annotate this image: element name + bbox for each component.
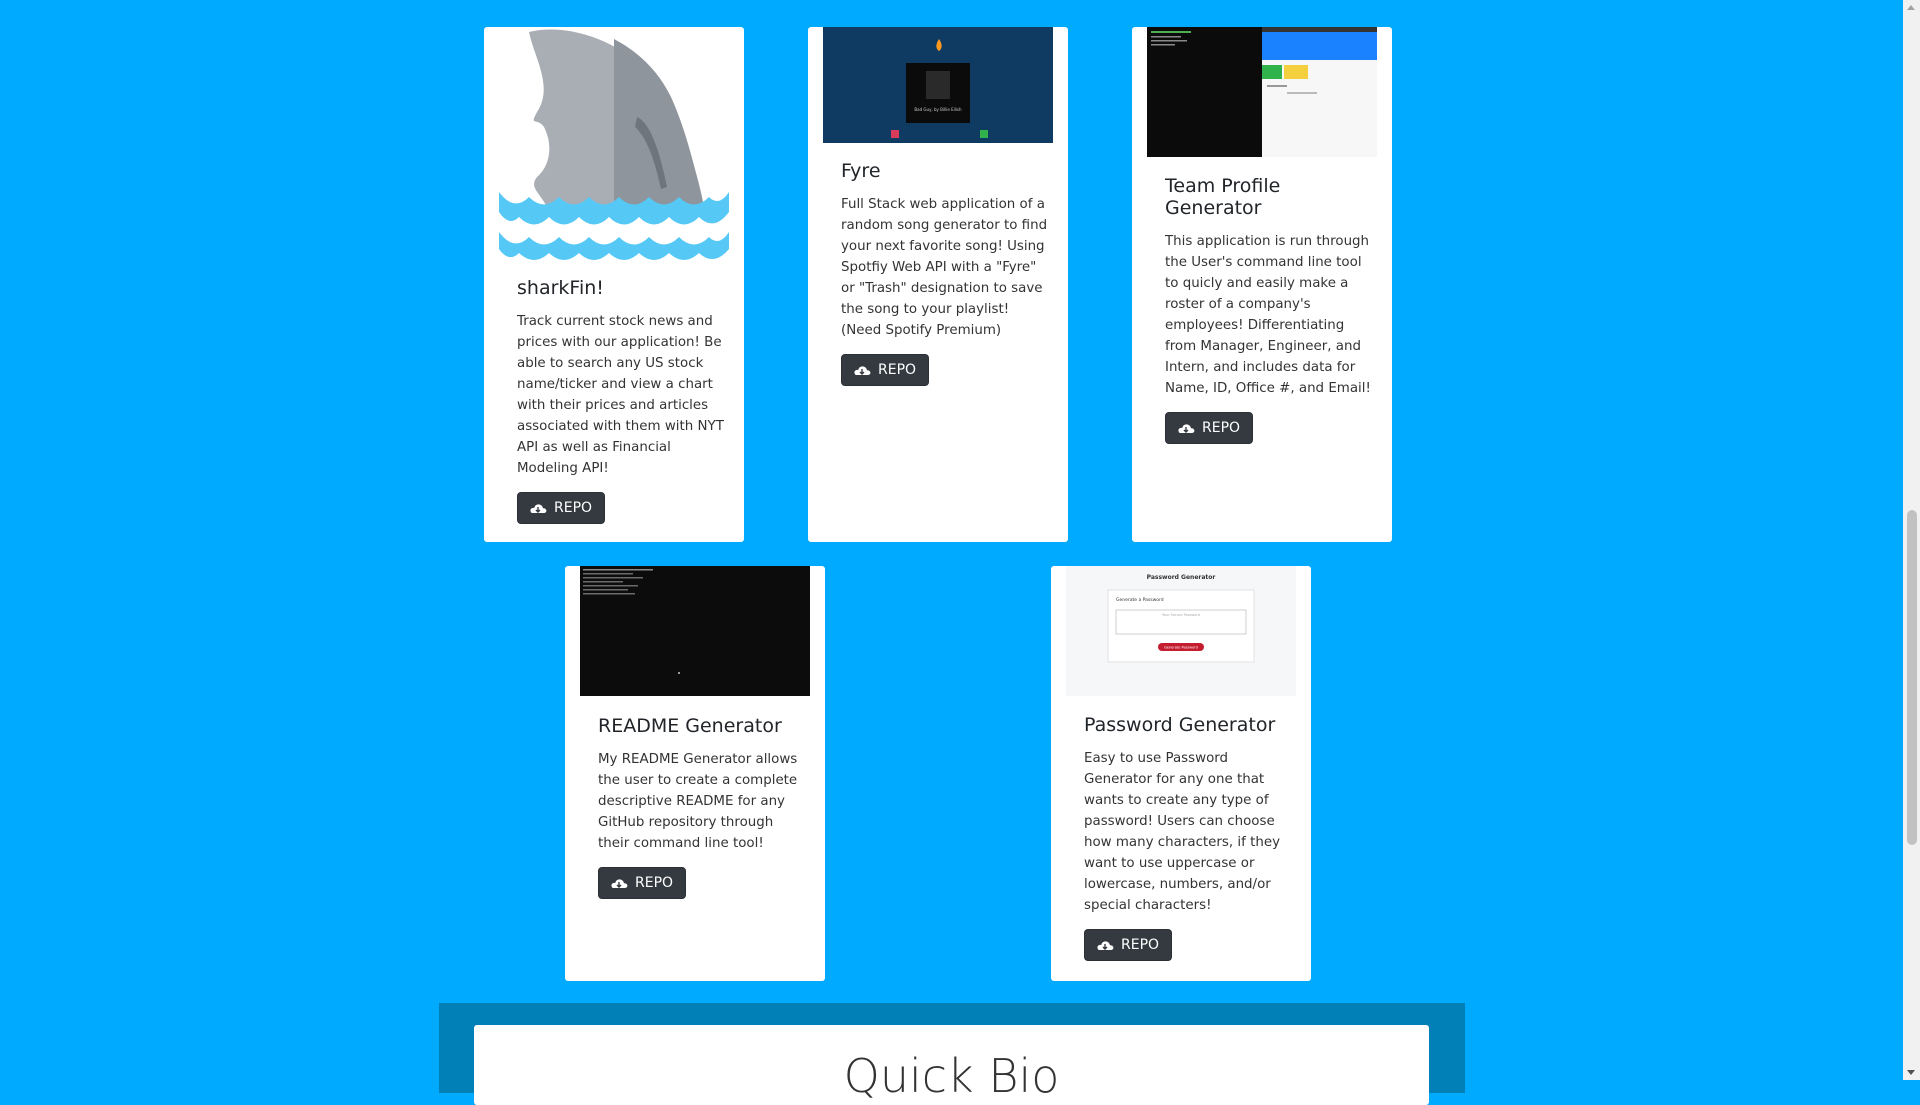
project-title: Fyre xyxy=(841,160,881,182)
github-cloud-icon xyxy=(1097,941,1114,950)
thumb-button: Generate Password xyxy=(1164,646,1198,650)
project-title: README Generator xyxy=(598,715,782,737)
project-description: This application is run through the User… xyxy=(1165,234,1371,396)
terminal-screenshot xyxy=(580,566,810,696)
github-cloud-icon xyxy=(530,504,547,513)
scrollbar-thumb[interactable] xyxy=(1907,510,1917,845)
project-card-password: Password Generator Generate a Password Y… xyxy=(1051,566,1311,981)
repo-button[interactable]: REPO xyxy=(598,867,687,899)
thumb-caption: Bad Guy, by Billie Eilish xyxy=(914,107,962,112)
repo-button-label: REPO xyxy=(1121,937,1160,953)
repo-button[interactable]: REPO xyxy=(1084,929,1173,961)
project-title: sharkFin! xyxy=(517,277,604,299)
github-cloud-icon xyxy=(611,879,628,888)
github-cloud-icon xyxy=(854,366,871,375)
vertical-scrollbar[interactable] xyxy=(1903,0,1920,1080)
scroll-up-arrow-icon[interactable] xyxy=(1907,5,1915,10)
project-title: Team Profile Generator xyxy=(1165,175,1281,219)
project-description: Track current stock news and prices with… xyxy=(517,314,724,476)
scroll-down-arrow-icon[interactable] xyxy=(1907,1070,1915,1075)
repo-button-label: REPO xyxy=(1202,420,1241,436)
repo-button[interactable]: REPO xyxy=(517,492,606,524)
repo-button-label: REPO xyxy=(554,500,593,516)
project-title: Password Generator xyxy=(1084,714,1276,736)
thumb-title: Password Generator xyxy=(1147,574,1216,581)
project-card-fyre: Bad Guy, by Billie Eilish Fyre Full Stac… xyxy=(808,27,1068,542)
project-card-readme: README Generator My README Generator all… xyxy=(565,566,825,981)
password-generator-screenshot: Password Generator Generate a Password Y… xyxy=(1066,566,1296,696)
repo-button[interactable]: REPO xyxy=(841,354,930,386)
repo-button-label: REPO xyxy=(878,362,917,378)
bio-card: Quick Bio xyxy=(474,1025,1429,1105)
bio-heading: Quick Bio xyxy=(843,1049,1060,1103)
shark-fin-icon xyxy=(499,27,729,267)
project-card-sharkfin: sharkFin! Track current stock news and p… xyxy=(484,27,744,542)
thumb-subtitle: Generate a Password xyxy=(1116,597,1164,603)
repo-button-label: REPO xyxy=(635,875,674,891)
project-description: Easy to use Password Generator for any o… xyxy=(1084,751,1281,913)
team-profile-screenshot xyxy=(1147,27,1377,157)
github-cloud-icon xyxy=(1178,424,1195,433)
repo-button[interactable]: REPO xyxy=(1165,412,1254,444)
project-description: Full Stack web application of a random s… xyxy=(841,197,1048,338)
thumb-placeholder: Your Secure Password xyxy=(1162,613,1200,617)
project-card-team-profile: Team Profile Generator This application … xyxy=(1132,27,1392,542)
project-description: My README Generator allows the user to c… xyxy=(598,752,798,851)
fyre-app-screenshot: Bad Guy, by Billie Eilish xyxy=(823,27,1053,143)
